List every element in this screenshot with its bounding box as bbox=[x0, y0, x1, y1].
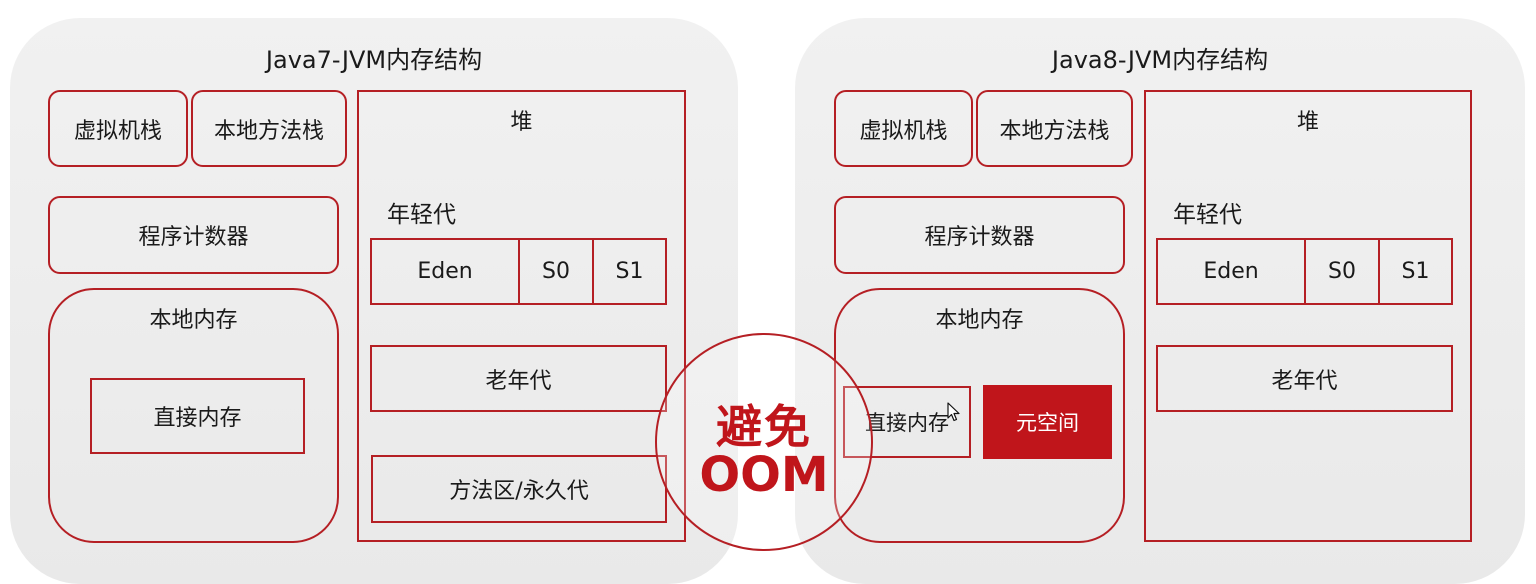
java8-old-gen: 老年代 bbox=[1156, 345, 1453, 412]
java7-young-gen-label: 年轻代 bbox=[387, 202, 456, 228]
java7-method-area-label: 方法区/永久代 bbox=[449, 479, 589, 504]
java8-heap-label: 堆 bbox=[1296, 110, 1319, 135]
java8-heap: 堆 bbox=[1144, 90, 1472, 542]
java8-metaspace-label: 元空间 bbox=[1016, 411, 1079, 435]
java8-eden: Eden bbox=[1158, 240, 1306, 303]
java7-s0: S0 bbox=[520, 240, 594, 303]
java8-program-counter-label: 程序计数器 bbox=[924, 225, 1035, 250]
java7-panel: Java7-JVM内存结构 虚拟机栈 本地方法栈 程序计数器 本地内存 直接内存… bbox=[10, 18, 738, 584]
java8-young-gen-row: Eden S0 S1 bbox=[1156, 238, 1453, 305]
java7-program-counter-label: 程序计数器 bbox=[138, 225, 249, 250]
java7-eden: Eden bbox=[372, 240, 520, 303]
java7-vm-stack-label: 虚拟机栈 bbox=[73, 118, 162, 144]
java8-program-counter: 程序计数器 bbox=[834, 196, 1125, 274]
java8-young-gen-label: 年轻代 bbox=[1173, 202, 1242, 228]
java8-s0: S0 bbox=[1306, 240, 1380, 303]
java7-direct-memory: 直接内存 bbox=[90, 378, 305, 454]
mouse-cursor-icon bbox=[947, 402, 960, 422]
java8-vm-stack: 虚拟机栈 bbox=[834, 90, 973, 167]
java8-metaspace: 元空间 bbox=[983, 385, 1112, 459]
java7-heap-label: 堆 bbox=[510, 110, 533, 135]
java7-native-method-stack: 本地方法栈 bbox=[191, 90, 347, 167]
java8-title: Java8-JVM内存结构 bbox=[1051, 46, 1269, 74]
java7-vm-stack: 虚拟机栈 bbox=[48, 90, 188, 167]
java7-s1: S1 bbox=[615, 259, 644, 284]
java7-old-gen-label: 老年代 bbox=[485, 368, 552, 394]
java7-young-gen-row: Eden S0 S1 bbox=[370, 238, 667, 305]
java8-panel: Java8-JVM内存结构 虚拟机栈 本地方法栈 程序计数器 本地内存 直接内存… bbox=[795, 18, 1525, 584]
java7-direct-memory-label: 直接内存 bbox=[153, 406, 242, 431]
java8-native-method-stack-label: 本地方法栈 bbox=[999, 118, 1110, 144]
java8-direct-memory-label: 直接内存 bbox=[865, 411, 949, 435]
java7-title: Java7-JVM内存结构 bbox=[265, 46, 483, 74]
java8-native-memory-label: 本地内存 bbox=[935, 308, 1024, 333]
java8-vm-stack-label: 虚拟机栈 bbox=[859, 118, 948, 144]
java7-method-area: 方法区/永久代 bbox=[371, 455, 667, 523]
java8-old-gen-label: 老年代 bbox=[1271, 368, 1338, 394]
java7-native-memory-label: 本地内存 bbox=[149, 308, 238, 333]
java7-old-gen: 老年代 bbox=[370, 345, 667, 412]
java7-program-counter: 程序计数器 bbox=[48, 196, 339, 274]
avoid-oom-line2: OOM bbox=[699, 447, 829, 503]
java8-native-method-stack: 本地方法栈 bbox=[976, 90, 1133, 167]
java7-native-method-stack-label: 本地方法栈 bbox=[213, 118, 324, 144]
avoid-oom-badge: 避免 OOM bbox=[655, 333, 873, 551]
java8-s1: S1 bbox=[1401, 259, 1430, 284]
